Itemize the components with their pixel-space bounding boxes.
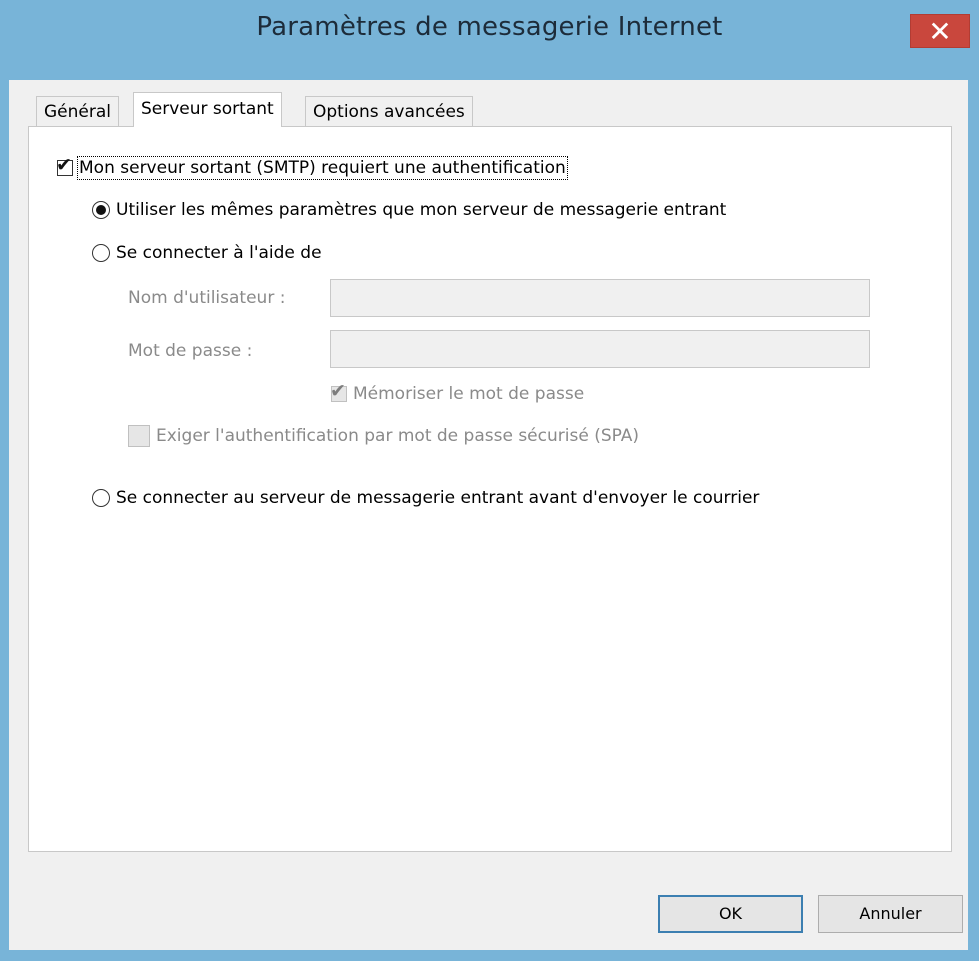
- password-input[interactable]: [330, 330, 870, 368]
- username-input[interactable]: [330, 279, 870, 317]
- radio-connect-with[interactable]: [92, 244, 110, 262]
- close-button[interactable]: ✕: [910, 14, 970, 48]
- smtp-auth-checkbox[interactable]: ✔: [56, 156, 73, 176]
- tab-label: Options avancées: [313, 102, 465, 122]
- check-icon: ✔: [56, 154, 72, 176]
- require-spa-checkbox[interactable]: [128, 425, 150, 447]
- radio-same-settings[interactable]: [92, 201, 110, 219]
- password-label: Mot de passe :: [128, 341, 253, 361]
- tab-label: Serveur sortant: [141, 99, 274, 119]
- window-title: Paramètres de messagerie Internet: [256, 12, 723, 42]
- cancel-button[interactable]: Annuler: [818, 895, 963, 933]
- smtp-auth-row[interactable]: ✔ Mon serveur sortant (SMTP) requiert un…: [56, 156, 568, 180]
- tab-advanced-options[interactable]: Options avancées: [305, 96, 473, 128]
- close-icon: ✕: [928, 15, 952, 48]
- require-spa-row[interactable]: Exiger l'authentification par mot de pas…: [128, 425, 639, 447]
- tab-general[interactable]: Général: [36, 96, 119, 128]
- dialog-window: Paramètres de messagerie Internet ✕ Géné…: [0, 0, 979, 961]
- radio-dot-icon: [96, 205, 106, 215]
- radio-connect-incoming[interactable]: [92, 489, 110, 507]
- remember-password-checkbox[interactable]: ✔: [330, 382, 347, 402]
- remember-password-row[interactable]: ✔ Mémoriser le mot de passe: [330, 382, 585, 405]
- smtp-auth-label: Mon serveur sortant (SMTP) requiert une …: [77, 156, 568, 180]
- radio-same-settings-label: Utiliser les mêmes paramètres que mon se…: [116, 200, 727, 220]
- radio-connect-incoming-row[interactable]: Se connecter au serveur de messagerie en…: [92, 488, 759, 508]
- remember-password-label: Mémoriser le mot de passe: [353, 384, 585, 404]
- tab-outgoing-server[interactable]: Serveur sortant: [133, 92, 282, 127]
- tab-label: Général: [44, 102, 111, 122]
- check-icon: ✔: [330, 380, 346, 402]
- username-label: Nom d'utilisateur :: [128, 288, 286, 308]
- require-spa-label: Exiger l'authentification par mot de pas…: [156, 426, 640, 446]
- radio-connect-with-row[interactable]: Se connecter à l'aide de: [92, 243, 322, 263]
- radio-connect-incoming-label: Se connecter au serveur de messagerie en…: [116, 488, 760, 508]
- ok-button[interactable]: OK: [658, 895, 803, 933]
- radio-connect-with-label: Se connecter à l'aide de: [116, 243, 322, 263]
- radio-same-settings-row[interactable]: Utiliser les mêmes paramètres que mon se…: [92, 200, 726, 220]
